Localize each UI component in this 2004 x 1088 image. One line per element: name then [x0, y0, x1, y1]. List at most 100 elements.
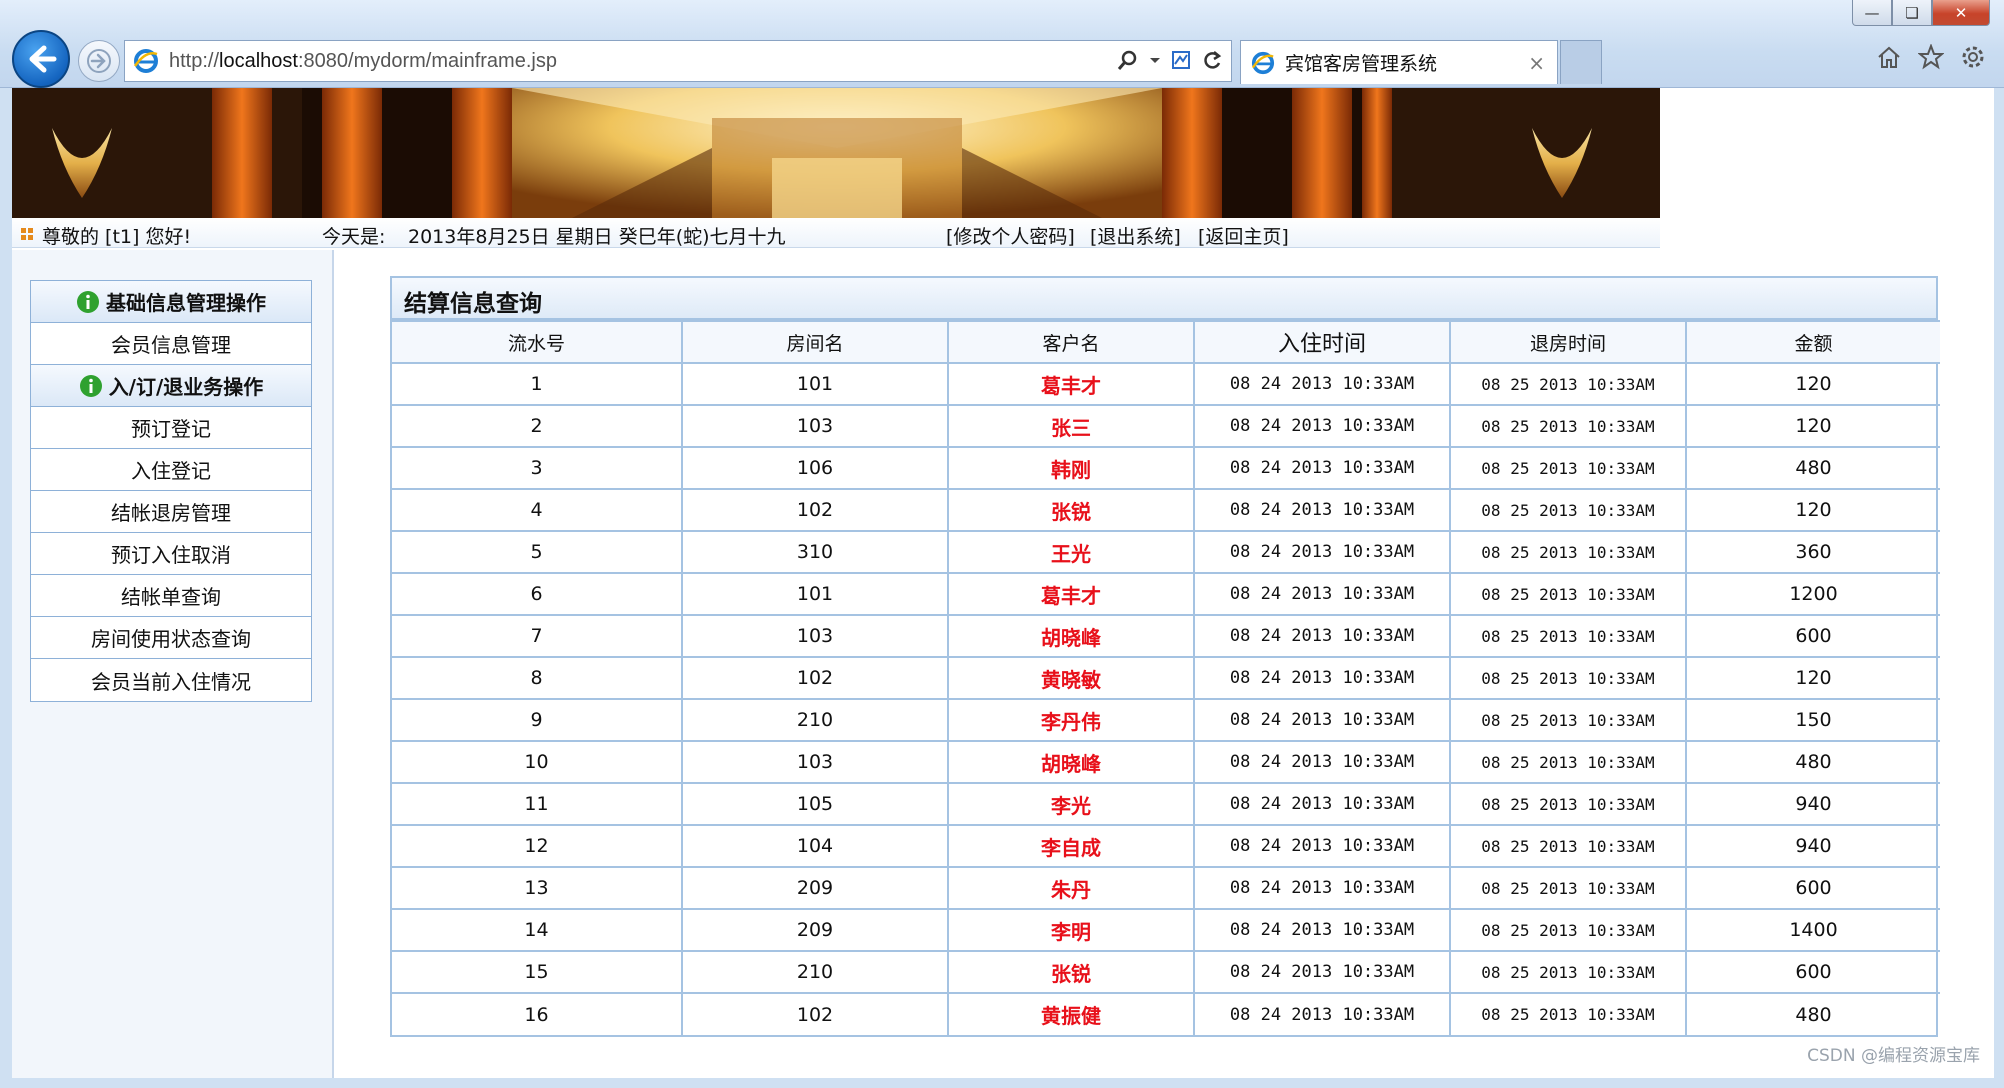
checkin-time-cell: 08 24 2013 10:33AM [1193, 824, 1451, 868]
table-header-row: 流水号 房间名 客户名 入住时间 退房时间 金额 [392, 320, 1940, 364]
maximize-button[interactable]: ❏ [1892, 0, 1932, 26]
room-cell: 103 [681, 404, 949, 448]
table-row: 5 310 王光 08 24 2013 10:33AM 08 25 2013 10:33… [392, 530, 1940, 574]
checkout-time-cell: 08 25 2013 10:33AM [1449, 530, 1687, 574]
forward-button[interactable] [78, 40, 120, 82]
customer-cell: 王光 [947, 530, 1195, 574]
serial-cell: 12 [392, 824, 683, 868]
customer-cell: 朱丹 [947, 866, 1195, 910]
amount-cell: 600 [1685, 950, 1940, 994]
sidebar-item-member-info[interactable]: 会员信息管理 [31, 323, 311, 365]
room-cell: 101 [681, 572, 949, 616]
address-bar[interactable]: http://localhost:8080/mydorm/mainframe.j… [124, 40, 1232, 82]
url-text[interactable]: http://localhost:8080/mydorm/mainframe.j… [169, 50, 557, 73]
browser-chrome: — ❏ ✕ http://localhost:8080/mydorm/mainf… [0, 0, 2004, 88]
compatibility-view-icon[interactable] [1171, 49, 1191, 71]
table-row: 8 102 黄晓敏 08 24 2013 10:33AM 08 25 2013 10:3… [392, 656, 1940, 700]
room-cell: 102 [681, 488, 949, 532]
checkin-time-cell: 08 24 2013 10:33AM [1193, 740, 1451, 784]
amount-cell: 1400 [1685, 908, 1940, 952]
sidebar-item-checkout[interactable]: 结帐退房管理 [31, 491, 311, 533]
home-icon[interactable] [1876, 44, 1902, 70]
room-cell: 105 [681, 782, 949, 826]
room-cell: 210 [681, 950, 949, 994]
sidebar-item-room-status[interactable]: 房间使用状态查询 [31, 617, 311, 659]
date-text: 2013年8月25日 星期日 癸巳年(蛇)七月十九 [408, 226, 786, 248]
amount-cell: 940 [1685, 824, 1940, 868]
sidebar-item-bill-query[interactable]: 结帐单查询 [31, 575, 311, 617]
checkin-time-cell: 08 24 2013 10:33AM [1193, 572, 1451, 616]
logout-link[interactable]: [退出系统] [1090, 222, 1181, 249]
column-header: 入住时间 [1193, 320, 1451, 364]
serial-cell: 4 [392, 488, 683, 532]
star-icon[interactable] [1918, 44, 1944, 70]
sidebar-item-member-stay[interactable]: 会员当前入住情况 [31, 659, 311, 701]
panel-title: 结算信息查询 [392, 278, 1936, 320]
room-cell: 102 [681, 992, 949, 1035]
chevron-down-icon[interactable] [1149, 49, 1161, 71]
back-button[interactable] [12, 30, 70, 88]
serial-cell: 15 [392, 950, 683, 994]
checkin-time-cell: 08 24 2013 10:33AM [1193, 866, 1451, 910]
checkin-time-cell: 08 24 2013 10:33AM [1193, 782, 1451, 826]
sidebar-section-basic[interactable]: 基础信息管理操作 [31, 281, 311, 323]
customer-cell: 胡晓峰 [947, 614, 1195, 658]
amount-cell: 480 [1685, 446, 1940, 490]
amount-cell: 120 [1685, 404, 1940, 448]
customer-cell: 张三 [947, 404, 1195, 448]
customer-cell: 韩刚 [947, 446, 1195, 490]
close-window-button[interactable]: ✕ [1932, 0, 1990, 26]
info-icon [77, 290, 99, 313]
table-row: 2 103 张三 08 24 2013 10:33AM 08 25 2013 10:33… [392, 404, 1940, 448]
home-link[interactable]: [返回主页] [1198, 222, 1289, 249]
serial-cell: 16 [392, 992, 683, 1035]
amount-cell: 480 [1685, 740, 1940, 784]
checkout-time-cell: 08 25 2013 10:33AM [1449, 404, 1687, 448]
room-cell: 210 [681, 698, 949, 742]
checkout-time-cell: 08 25 2013 10:33AM [1449, 992, 1687, 1035]
gear-icon[interactable] [1960, 44, 1986, 70]
minimize-button[interactable]: — [1852, 0, 1892, 26]
settlement-query-panel: 结算信息查询 流水号 房间名 客户名 入住时间 退房时间 金额 1 101 葛丰才 0… [390, 276, 1940, 1037]
column-header: 金额 [1685, 320, 1940, 364]
checkin-time-cell: 08 24 2013 10:33AM [1193, 614, 1451, 658]
room-cell: 209 [681, 908, 949, 952]
customer-cell: 李明 [947, 908, 1195, 952]
checkout-time-cell: 08 25 2013 10:33AM [1449, 488, 1687, 532]
sidebar-item-cancel[interactable]: 预订入住取消 [31, 533, 311, 575]
new-tab-button[interactable] [1560, 40, 1602, 84]
checkout-time-cell: 08 25 2013 10:33AM [1449, 866, 1687, 910]
refresh-icon[interactable] [1201, 49, 1223, 71]
browser-tab[interactable]: 宾馆客房管理系统 × [1240, 40, 1558, 84]
checkout-time-cell: 08 25 2013 10:33AM [1449, 908, 1687, 952]
change-password-link[interactable]: [修改个人密码] [946, 222, 1075, 249]
sidebar-section-business[interactable]: 入/订/退业务操作 [31, 365, 311, 407]
info-icon [79, 374, 102, 397]
serial-cell: 3 [392, 446, 683, 490]
serial-cell: 5 [392, 530, 683, 574]
serial-cell: 1 [392, 362, 683, 406]
checkin-time-cell: 08 24 2013 10:33AM [1193, 530, 1451, 574]
sidebar-item-checkin[interactable]: 入住登记 [31, 449, 311, 491]
customer-cell: 胡晓峰 [947, 740, 1195, 784]
tab-close-button[interactable]: × [1528, 51, 1545, 75]
watermark-text: CSDN @编程资源宝库 [1807, 1046, 1980, 1066]
checkout-time-cell: 08 25 2013 10:33AM [1449, 740, 1687, 784]
table-row: 12 104 李自成 08 24 2013 10:33AM 08 25 2013 10:… [392, 824, 1940, 868]
customer-cell: 葛丰才 [947, 362, 1195, 406]
table-body: 1 101 葛丰才 08 24 2013 10:33AM 08 25 2013 10:3… [392, 362, 1940, 1035]
arrow-right-icon [87, 49, 111, 73]
table-row: 13 209 朱丹 08 24 2013 10:33AM 08 25 2013 10:3… [392, 866, 1940, 910]
customer-cell: 李自成 [947, 824, 1195, 868]
bullet-dots-icon [21, 228, 33, 240]
column-header: 退房时间 [1449, 320, 1687, 364]
customer-cell: 黄振健 [947, 992, 1195, 1035]
sidebar-item-reservation[interactable]: 预订登记 [31, 407, 311, 449]
amount-cell: 120 [1685, 488, 1940, 532]
amount-cell: 360 [1685, 530, 1940, 574]
checkin-time-cell: 08 24 2013 10:33AM [1193, 488, 1451, 532]
amount-cell: 600 [1685, 614, 1940, 658]
table-row: 9 210 李丹伟 08 24 2013 10:33AM 08 25 2013 10:3… [392, 698, 1940, 742]
search-icon[interactable] [1117, 49, 1139, 71]
serial-cell: 7 [392, 614, 683, 658]
